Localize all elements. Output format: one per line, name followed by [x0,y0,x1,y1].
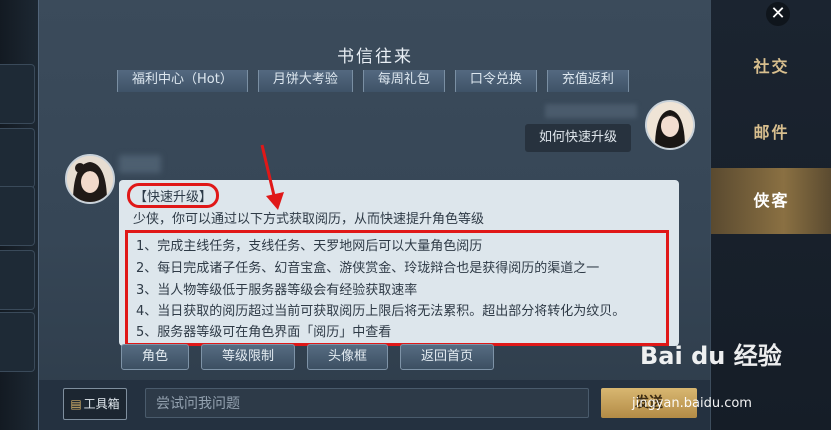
tab-social[interactable]: 社交 [711,34,831,100]
toolbox-icon: ▤ [70,397,82,411]
quick-link-welfare[interactable]: 福利中心（Hot） [117,70,248,92]
toolbox-label: 工具箱 [83,397,120,411]
reply-actions: 角色 等级限制 头像框 返回首页 [121,344,495,370]
dialog-title: 书信往来 [337,47,413,67]
left-tab-1[interactable] [0,64,35,124]
quick-links-row: 福利中心（Hot） 月饼大考验 每周礼包 口令兑换 充值返利 [117,70,629,92]
left-tab-5[interactable] [0,312,35,372]
reply-intro: 少侠，你可以通过以下方式获取阅历，从而快速提升角色等级 [133,212,485,227]
user-message-bubble: 如何快速升级 [525,124,632,152]
quick-link-weekly-pack[interactable]: 每周礼包 [362,70,445,92]
left-tab-2[interactable] [0,128,35,188]
action-level-limit-button[interactable]: 等级限制 [201,344,296,370]
user-name-blurred [545,104,637,118]
quick-link-recharge-rebate[interactable]: 充值返利 [546,70,629,92]
quick-link-mooncake[interactable]: 月饼大考验 [257,70,353,92]
action-character-button[interactable]: 角色 [121,344,190,370]
left-panel [0,0,38,430]
action-avatar-frame-button[interactable]: 头像框 [307,344,389,370]
action-home-button[interactable]: 返回首页 [400,344,495,370]
mail-dialog: 书信往来 福利中心（Hot） 月饼大考验 每周礼包 口令兑换 充值返利 如何快速… [38,0,711,430]
tip-3: 3、当人物等级低于服务器等级会有经验获取速率 [136,283,418,298]
tips-highlight-box: 1、完成主线任务，支线任务、天罗地网后可以大量角色阅历 2、每日完成诸子任务、幻… [125,230,669,346]
baidu-watermark: Bai du 经验 [640,342,782,370]
quick-link-redeem-code[interactable]: 口令兑换 [454,70,537,92]
question-input[interactable]: 尝试问我问题 [145,388,589,418]
npc-avatar [65,154,115,204]
close-icon[interactable]: ✕ [766,2,790,26]
tab-mail[interactable]: 邮件 [711,100,831,166]
tip-5: 5、服务器等级可在角色界面「阅历」中查看 [136,325,392,340]
reply-title: 【快速升级】 [127,183,220,208]
tab-hero[interactable]: 侠客 [711,168,831,234]
input-bar: ▤ 工具箱 尝试问我问题 发送 [39,380,711,430]
npc-name-blurred [119,155,161,173]
npc-reply-bubble: 【快速升级】 少侠，你可以通过以下方式获取阅历，从而快速提升角色等级 1、完成主… [119,180,679,346]
tip-1: 1、完成主线任务，支线任务、天罗地网后可以大量角色阅历 [136,239,483,254]
left-tab-4[interactable] [0,250,35,310]
toolbox-button[interactable]: ▤ 工具箱 [63,388,127,420]
left-tab-3[interactable] [0,186,35,246]
baidu-watermark-url: jingyan.baidu.com [632,396,752,411]
tip-2: 2、每日完成诸子任务、幻音宝盒、游侠赏金、玲珑辩合也是获得阅历的渠道之一 [136,261,600,276]
tip-4: 4、当日获取的阅历超过当前可获取阅历上限后将无法累积。超出部分将转化为纹贝。 [136,304,626,319]
user-avatar [645,100,695,150]
